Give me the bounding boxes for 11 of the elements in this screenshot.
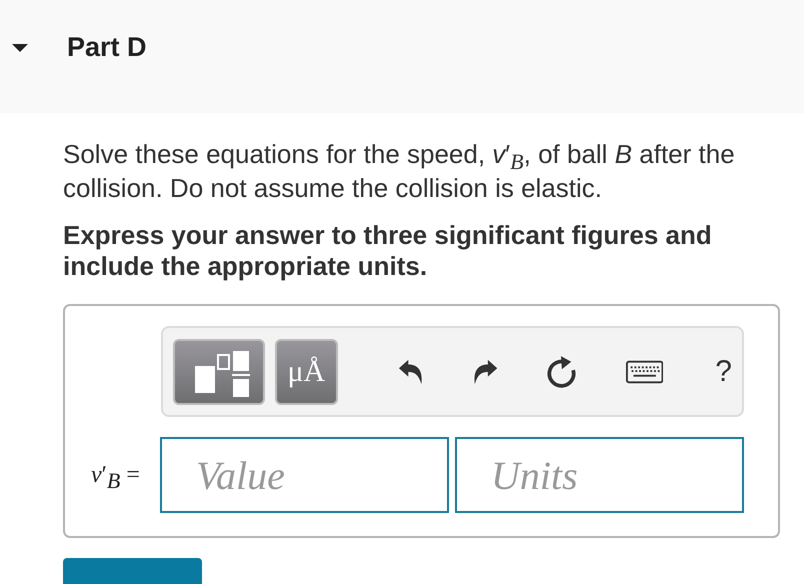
reset-icon[interactable] — [546, 354, 578, 390]
value-field[interactable]: Value — [160, 437, 449, 513]
units-button[interactable]: μÅ — [274, 338, 338, 404]
part-title: Part D — [67, 32, 147, 63]
caret-icon[interactable] — [11, 42, 29, 52]
keyboard-icon[interactable] — [626, 360, 664, 384]
question-text: Solve these equations for the speed, v′$_{B}$, of ball B after the collision. Do not assume the collision is elastic. — [63, 138, 736, 205]
template-button[interactable] — [173, 338, 265, 404]
units-field[interactable]: Units — [455, 437, 744, 513]
help-button[interactable]: ? — [715, 354, 732, 388]
instruction-text: Express your answer to three significant figures and include the appropriate units. — [63, 220, 713, 282]
